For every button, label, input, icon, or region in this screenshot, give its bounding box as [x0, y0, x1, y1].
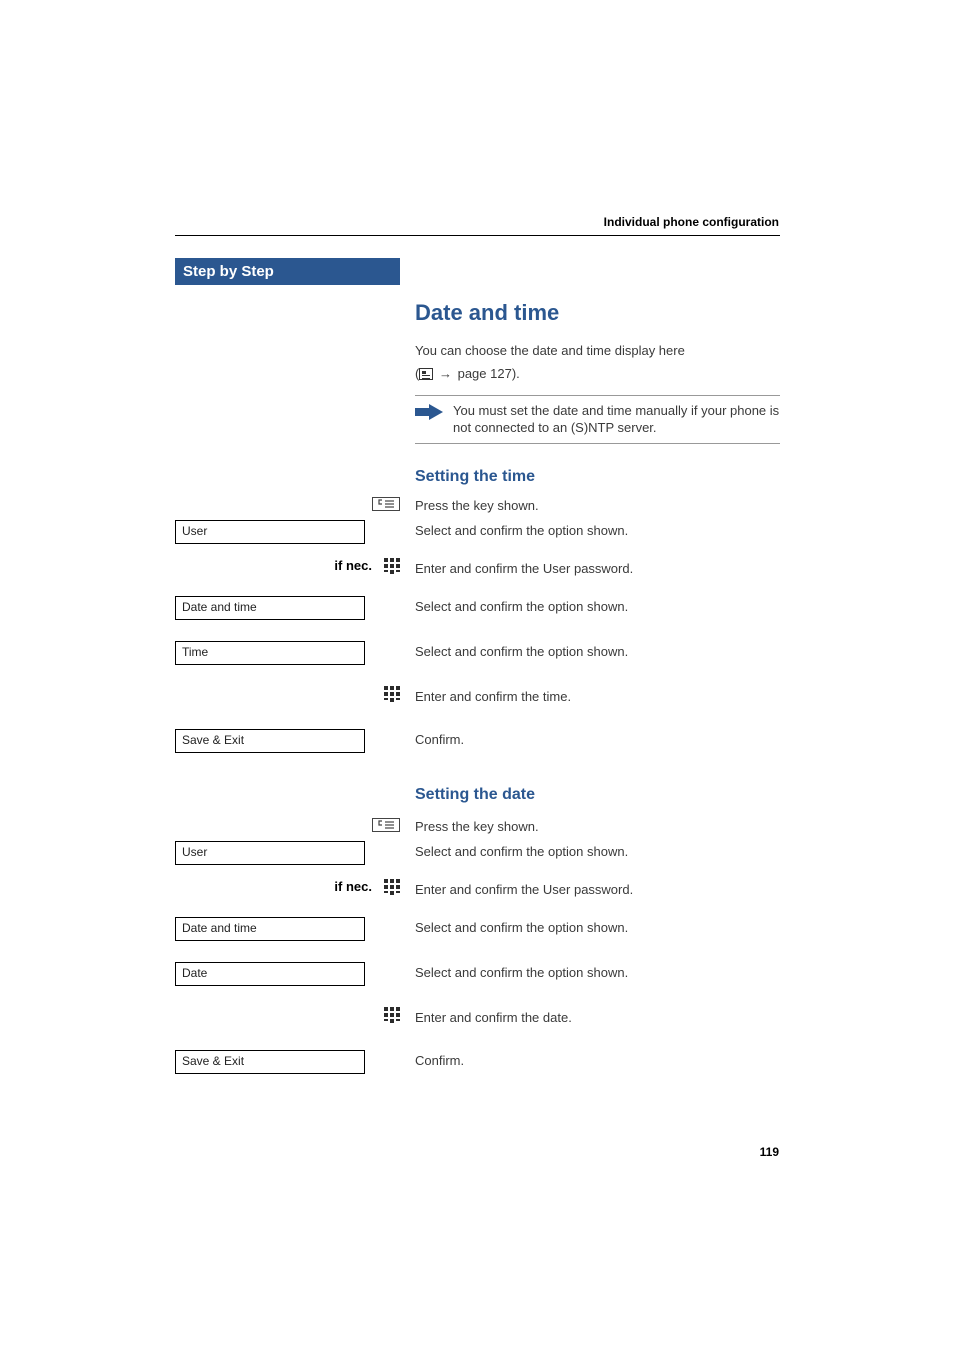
menu-option-date: Date — [175, 962, 365, 986]
page-number: 119 — [760, 1145, 779, 1159]
note-arrow-icon — [415, 402, 445, 437]
heading-date-and-time: Date and time — [415, 300, 780, 326]
menu-option-user: User — [175, 841, 365, 865]
date-step-6-text: Enter and confirm the date. — [415, 1009, 780, 1027]
step-7-text: Confirm. — [415, 731, 780, 749]
document-icon — [419, 368, 433, 380]
sidebar-title: Step by Step — [175, 258, 400, 285]
date-step-4-text: Select and confirm the option shown. — [415, 919, 780, 937]
sidebar: Step by Step — [175, 258, 400, 285]
step-text: Select and confirm the option shown. — [415, 919, 780, 937]
step-text: Select and confirm the option shown. — [415, 964, 780, 982]
step-6-text: Enter and confirm the time. — [415, 688, 780, 706]
page-ref-text: page 127). — [458, 366, 520, 381]
date-step-2-text: Select and confirm the option shown. — [415, 843, 780, 861]
menu-option-date-and-time: Date and time — [175, 917, 365, 941]
menu-option-date-and-time: Date and time — [175, 596, 365, 620]
step-text: Confirm. — [415, 1052, 780, 1070]
note-callout: You must set the date and time manually … — [415, 395, 780, 444]
step-text: Select and confirm the option shown. — [415, 598, 780, 616]
heading-wrap: Setting the date — [415, 786, 535, 816]
menu-option-save-exit: Save & Exit — [175, 1050, 365, 1074]
ifnec-row: if nec. — [175, 879, 400, 902]
step-text: Press the key shown. — [415, 818, 780, 836]
if-nec-label: if nec. — [334, 558, 372, 573]
step-text: Select and confirm the option shown. — [415, 843, 780, 861]
menu-key-icon — [372, 818, 400, 837]
if-nec-label: if nec. — [334, 879, 372, 894]
intro-reference: ( → page 127). — [415, 366, 780, 381]
step-text: Enter and confirm the User password. — [415, 560, 780, 578]
step-text: Press the key shown. — [415, 497, 780, 515]
step-3-text: Enter and confirm the User password. — [415, 560, 780, 578]
menu-key-row — [175, 818, 400, 837]
header-rule — [175, 235, 780, 236]
keypad-icon — [384, 558, 400, 581]
menu-option-time: Time — [175, 641, 365, 665]
step-text: Enter and confirm the date. — [415, 1009, 780, 1027]
step-text: Select and confirm the option shown. — [415, 522, 780, 540]
main-content: Date and time You can choose the date an… — [415, 258, 780, 498]
date-step-1-text: Press the key shown. — [415, 818, 780, 836]
keypad-row — [175, 686, 400, 709]
date-step-5-text: Select and confirm the option shown. — [415, 964, 780, 982]
step-2-text: Select and confirm the option shown. — [415, 522, 780, 540]
step-text: Select and confirm the option shown. — [415, 643, 780, 661]
ifnec-row: if nec. — [175, 558, 400, 581]
note-text: You must set the date and time manually … — [453, 402, 780, 437]
keypad-icon — [384, 1007, 400, 1030]
step-4-text: Select and confirm the option shown. — [415, 598, 780, 616]
step-text: Confirm. — [415, 731, 780, 749]
menu-option-save-exit: Save & Exit — [175, 729, 365, 753]
step-5-text: Select and confirm the option shown. — [415, 643, 780, 661]
keypad-icon — [384, 686, 400, 709]
page-header-title: Individual phone configuration — [604, 215, 779, 229]
step-text: Enter and confirm the time. — [415, 688, 780, 706]
heading-setting-time: Setting the time — [415, 468, 780, 486]
date-step-3-text: Enter and confirm the User password. — [415, 881, 780, 899]
step-text: Enter and confirm the User password. — [415, 881, 780, 899]
menu-option-user: User — [175, 520, 365, 544]
keypad-row — [175, 1007, 400, 1030]
intro-text-line1: You can choose the date and time display… — [415, 342, 780, 360]
heading-setting-date: Setting the date — [415, 786, 535, 804]
keypad-icon — [384, 879, 400, 902]
menu-key-row — [175, 497, 400, 516]
menu-key-icon — [372, 497, 400, 516]
arrow-icon: → — [439, 366, 452, 381]
date-step-7-text: Confirm. — [415, 1052, 780, 1070]
step-1-text: Press the key shown. — [415, 497, 780, 515]
